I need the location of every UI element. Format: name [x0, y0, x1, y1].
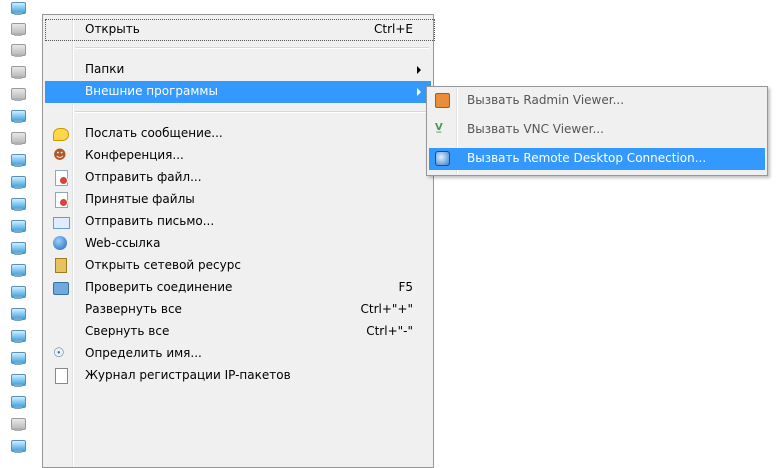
menu-item-expand-all[interactable]: Развернуть все Ctrl+"+": [45, 299, 431, 321]
menu-item-conference[interactable]: ☻ Конференция...: [45, 145, 431, 167]
menu-item-send-email[interactable]: Отправить письмо...: [45, 211, 431, 233]
computer-offline-icon[interactable]: [10, 23, 26, 37]
context-menu: Открыть Ctrl+E Папки Внешние программы П…: [42, 14, 435, 468]
menu-item-received-files[interactable]: Принятые файлы: [45, 189, 431, 211]
submenu-item-label: Вызвать Remote Desktop Connection...: [467, 151, 707, 165]
menu-item-label: Папки: [85, 62, 125, 76]
menu-item-label: Отправить письмо...: [85, 214, 215, 228]
computer-online-icon[interactable]: [10, 220, 26, 234]
submenu-item-label: Вызвать VNC Viewer...: [467, 122, 604, 136]
menu-item-shortcut: F5: [398, 280, 413, 294]
globe-icon: [53, 236, 67, 250]
envelope-icon: [53, 217, 70, 229]
menu-item-label: Конференция...: [85, 148, 184, 162]
menu-separator: [75, 47, 429, 49]
menu-item-label: Развернуть все: [85, 302, 182, 316]
computer-online-icon[interactable]: [10, 330, 26, 344]
menu-item-label: Определить имя...: [85, 346, 202, 360]
computer-online-icon[interactable]: [10, 286, 26, 300]
received-files-icon: [55, 192, 68, 208]
computer-online-icon[interactable]: [10, 110, 26, 124]
computer-online-icon[interactable]: [10, 176, 26, 190]
menu-item-open-network-resource[interactable]: Открыть сетевой ресурс: [45, 255, 431, 277]
submenu-item-label: Вызвать Radmin Viewer...: [467, 93, 625, 107]
menu-item-ip-packet-log[interactable]: Журнал регистрации IP-пакетов: [45, 365, 431, 387]
external-programs-submenu: Вызвать Radmin Viewer... V̲ Вызвать VNC …: [426, 86, 768, 176]
menu-item-label: Послать сообщение...: [85, 126, 223, 140]
network-resource-icon: [55, 258, 67, 273]
vnc-viewer-icon: V̲: [435, 122, 443, 133]
computer-online-icon[interactable]: [10, 242, 26, 256]
submenu-arrow-icon: [417, 66, 421, 74]
remote-desktop-icon: [435, 151, 450, 166]
computer-online-icon[interactable]: [10, 396, 26, 410]
computer-offline-icon[interactable]: [10, 88, 26, 102]
message-bubble-icon: [53, 128, 69, 141]
submenu-item-radmin-viewer[interactable]: Вызвать Radmin Viewer...: [429, 90, 765, 112]
check-connection-icon: [53, 282, 69, 295]
menu-item-resolve-name[interactable]: ☉ Определить имя...: [45, 343, 431, 365]
submenu-item-vnc-viewer[interactable]: V̲ Вызвать VNC Viewer...: [429, 119, 765, 141]
computer-online-icon[interactable]: [10, 154, 26, 168]
computer-online-icon[interactable]: [10, 308, 26, 322]
menu-separator: [75, 111, 429, 113]
menu-item-label: Открыть: [85, 22, 140, 36]
menu-item-label: Открыть сетевой ресурс: [85, 258, 241, 272]
menu-item-label: Отправить файл...: [85, 170, 202, 184]
resolve-name-icon: ☉: [53, 346, 65, 361]
computer-offline-icon[interactable]: [10, 418, 26, 432]
menu-item-shortcut: Ctrl+"+": [360, 302, 414, 316]
conference-icon: ☻: [53, 148, 67, 163]
computer-online-icon[interactable]: [10, 264, 26, 278]
computer-offline-icon[interactable]: [10, 66, 26, 80]
computer-online-icon[interactable]: [10, 352, 26, 366]
menu-item-shortcut: Ctrl+"-": [366, 324, 413, 338]
menu-item-open[interactable]: Открыть Ctrl+E: [45, 19, 435, 41]
menu-item-send-file[interactable]: Отправить файл...: [45, 167, 431, 189]
menu-item-label: Проверить соединение: [85, 280, 233, 294]
menu-item-label: Принятые файлы: [85, 192, 195, 206]
menu-item-collapse-all[interactable]: Свернуть все Ctrl+"-": [45, 321, 431, 343]
ip-log-icon: [55, 368, 68, 384]
menu-item-label: Web-ссылка: [85, 236, 161, 250]
send-file-icon: [55, 170, 68, 186]
computer-online-icon[interactable]: [10, 440, 26, 454]
menu-item-check-connection[interactable]: Проверить соединение F5: [45, 277, 431, 299]
computer-offline-icon[interactable]: [10, 132, 26, 146]
menu-item-label: Внешние программы: [85, 84, 218, 98]
menu-item-label: Свернуть все: [85, 324, 170, 338]
radmin-viewer-icon: [435, 93, 450, 108]
menu-item-send-message[interactable]: Послать сообщение...: [45, 123, 431, 145]
computer-online-icon[interactable]: [10, 2, 26, 16]
submenu-arrow-icon: [417, 88, 421, 96]
menu-item-shortcut: Ctrl+E: [374, 22, 413, 36]
submenu-item-remote-desktop[interactable]: Вызвать Remote Desktop Connection...: [429, 148, 765, 170]
menu-item-folders[interactable]: Папки: [45, 59, 431, 81]
computer-online-icon[interactable]: [10, 374, 26, 388]
menu-item-label: Журнал регистрации IP-пакетов: [85, 368, 291, 382]
menu-item-external-programs[interactable]: Внешние программы: [45, 81, 431, 103]
computer-online-icon[interactable]: [10, 198, 26, 212]
computer-offline-icon[interactable]: [10, 44, 26, 58]
menu-item-web-link[interactable]: Web-ссылка: [45, 233, 431, 255]
